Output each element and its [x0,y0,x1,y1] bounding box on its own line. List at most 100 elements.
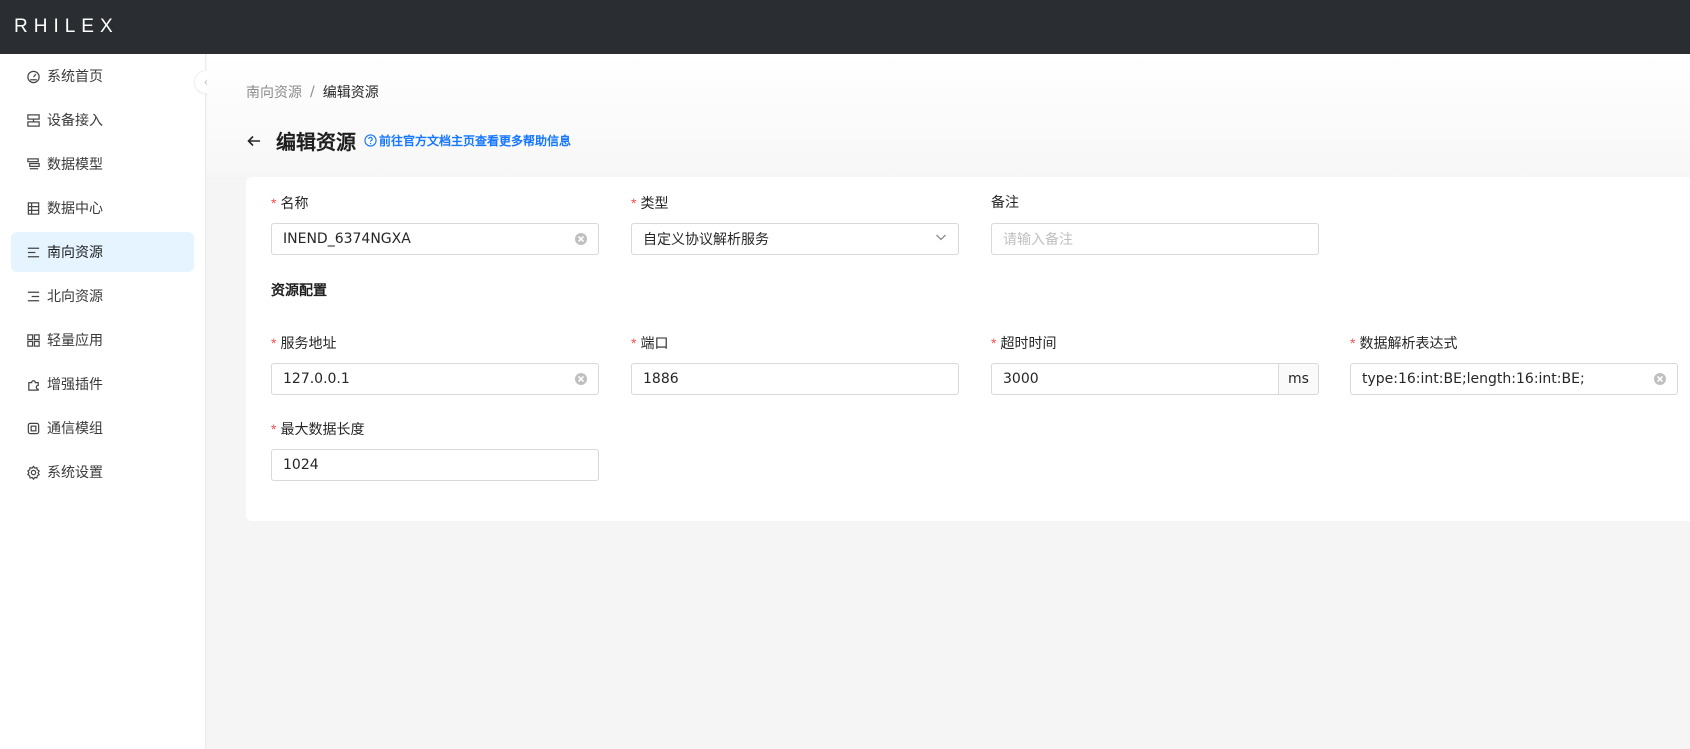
timeout-unit: ms [1279,363,1319,395]
data-center-icon [25,200,41,216]
sidebar-item-north-resource[interactable]: 北向资源 [11,276,194,316]
field-remark: 备注 请输入备注 [991,193,1319,255]
host-value: 127.0.0.1 [283,371,350,387]
timeout-value: 3000 [1003,371,1039,387]
form-card: * 名称 INEND_6374NGXA * 类型 自定义协议解析服务 备注 请输入备… [246,177,1690,521]
sidebar: 系统首页 设备接入 数据模型 数据中心 南向资源 北向资源 轻量应用 增强插件 … [0,54,206,749]
chevron-down-icon [935,231,947,247]
sidebar-item-south-resource[interactable]: 南向资源 [11,232,194,272]
sidebar-item-data-model[interactable]: 数据模型 [11,144,194,184]
name-label: 名称 [280,196,309,212]
sidebar-item-settings[interactable]: 系统设置 [11,452,194,492]
host-input[interactable]: 127.0.0.1 [271,363,599,395]
app-icon [25,332,41,348]
help-link[interactable]: 前往官方文档主页查看更多帮助信息 [364,132,571,149]
required-mark: * [271,421,277,437]
page-title: 编辑资源 [276,130,356,154]
port-label: 端口 [640,336,669,352]
sidebar-item-device[interactable]: 设备接入 [11,100,194,140]
breadcrumb-separator: / [310,84,315,100]
field-label: * 超时时间 [991,333,1319,353]
type-value: 自定义协议解析服务 [643,232,769,248]
module-icon [25,420,41,436]
max-length-input[interactable]: 1024 [271,449,599,481]
device-icon [25,112,41,128]
field-host: * 服务地址 127.0.0.1 [271,333,599,395]
top-bar: RHILEX [0,0,1690,54]
field-timeout: * 超时时间 3000 ms [991,333,1319,395]
sidebar-item-label: 轻量应用 [47,333,103,349]
field-label: * 最大数据长度 [271,419,599,439]
required-mark: * [271,195,277,211]
type-select[interactable]: 自定义协议解析服务 [631,223,959,255]
sidebar-item-module[interactable]: 通信模组 [11,408,194,448]
remark-label: 备注 [991,195,1019,211]
port-input[interactable]: 1886 [631,363,959,395]
field-label: 备注 [991,193,1319,213]
type-label: 类型 [640,196,669,212]
remark-placeholder: 请输入备注 [1003,232,1073,248]
field-name: * 名称 INEND_6374NGXA [271,193,599,255]
max-length-label: 最大数据长度 [280,422,365,438]
sidebar-item-label: 数据模型 [47,157,103,173]
breadcrumb-parent[interactable]: 南向资源 [246,82,302,102]
help-link-text: 前往官方文档主页查看更多帮助信息 [379,134,572,148]
page-header: 南向资源 / 编辑资源 编辑资源 前往官方文档主页查看更多帮助信息 [207,54,1690,177]
sidebar-item-data-center[interactable]: 数据中心 [11,188,194,228]
field-type: * 类型 自定义协议解析服务 [631,193,959,255]
north-resource-icon [25,288,41,304]
required-mark: * [631,195,637,211]
timeout-input-group: 3000 ms [991,363,1319,395]
timeout-input[interactable]: 3000 [991,363,1279,395]
south-resource-icon [25,244,41,260]
plugin-icon [25,376,41,392]
sidebar-nav: 系统首页 设备接入 数据模型 数据中心 南向资源 北向资源 轻量应用 增强插件 … [0,54,205,492]
breadcrumb-current: 编辑资源 [322,85,379,101]
field-port: * 端口 1886 [631,333,959,395]
required-mark: * [631,335,637,351]
title-row: 编辑资源 前往官方文档主页查看更多帮助信息 [246,126,571,155]
clear-icon[interactable] [575,373,587,385]
expression-value: type:16:int:BE;length:16:int:BE; [1362,371,1585,387]
required-mark: * [1350,335,1356,351]
clear-icon[interactable] [1654,373,1666,385]
sidebar-item-label: 增强插件 [47,377,103,393]
field-label: * 端口 [631,333,959,353]
sidebar-item-label: 设备接入 [47,113,103,129]
field-label: * 服务地址 [271,333,599,353]
breadcrumb: 南向资源 / 编辑资源 [246,82,379,102]
timeout-label: 超时时间 [1000,336,1057,352]
dashboard-icon [25,68,41,84]
sidebar-item-plugin[interactable]: 增强插件 [11,364,194,404]
app-logo: RHILEX [14,16,119,37]
required-mark: * [271,335,277,351]
field-label: * 数据解析表达式 [1350,333,1678,353]
field-expression: * 数据解析表达式 type:16:int:BE;length:16:int:BE… [1350,333,1678,395]
host-label: 服务地址 [280,336,337,352]
sidebar-item-label: 数据中心 [47,201,103,217]
field-label: * 名称 [271,193,599,213]
max-length-value: 1024 [283,457,319,473]
port-value: 1886 [643,371,679,387]
sidebar-item-label: 系统首页 [47,69,103,85]
remark-input[interactable]: 请输入备注 [991,223,1319,255]
field-max-length: * 最大数据长度 1024 [271,419,599,481]
sidebar-item-app[interactable]: 轻量应用 [11,320,194,360]
settings-icon [25,464,41,480]
sidebar-item-label: 系统设置 [47,465,103,481]
name-input[interactable]: INEND_6374NGXA [271,223,599,255]
main-content: 南向资源 / 编辑资源 编辑资源 前往官方文档主页查看更多帮助信息 * 名称 IN… [207,54,1690,749]
required-mark: * [991,335,997,351]
back-arrow-icon[interactable] [246,133,262,149]
sidebar-item-label: 通信模组 [47,421,103,437]
field-label: * 类型 [631,193,959,213]
section-title: 资源配置 [271,283,327,299]
name-value: INEND_6374NGXA [283,231,411,247]
expression-input[interactable]: type:16:int:BE;length:16:int:BE; [1350,363,1678,395]
sidebar-item-dashboard[interactable]: 系统首页 [11,56,194,96]
question-circle-icon [364,134,377,147]
sidebar-item-label: 北向资源 [47,289,103,305]
clear-icon[interactable] [575,233,587,245]
data-model-icon [25,156,41,172]
sidebar-item-label: 南向资源 [47,245,103,261]
